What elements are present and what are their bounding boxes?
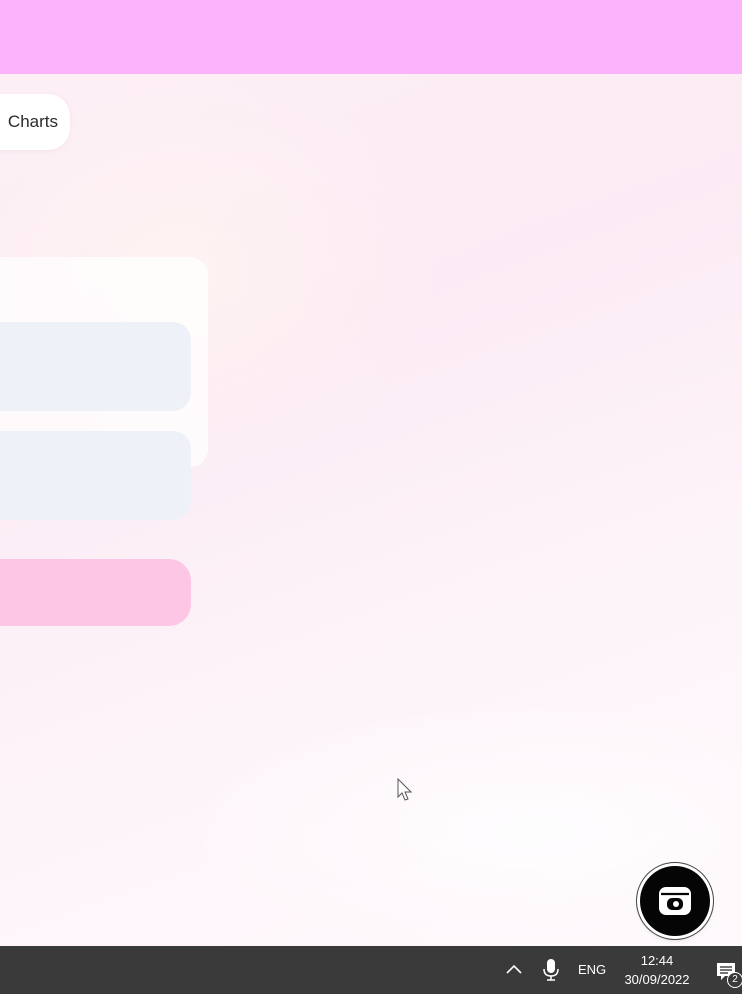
system-clock[interactable]: 12:44 30/09/2022 (618, 951, 696, 989)
notifications-count-badge: 2 (727, 972, 742, 988)
form-input-field[interactable] (0, 322, 191, 411)
form-input-field[interactable] (0, 431, 191, 520)
windows-taskbar: ENG 12:44 30/09/2022 2 (0, 946, 742, 994)
clock-date: 30/09/2022 (624, 972, 690, 987)
nav-charts-chip[interactable]: Charts (0, 94, 70, 150)
screen-capture-button[interactable] (640, 866, 710, 936)
nav-charts-label: Charts (7, 112, 58, 131)
app-window: Charts ENG 12:44 30/09/2022 2 (0, 0, 742, 994)
chevron-up-icon[interactable] (504, 960, 524, 980)
microphone-icon[interactable] (542, 958, 560, 982)
clock-time: 12:44 (640, 953, 674, 968)
submit-button[interactable] (0, 559, 191, 626)
language-indicator[interactable]: ENG (578, 962, 606, 977)
app-header-bar (0, 0, 742, 74)
screen-capture-icon (659, 887, 691, 915)
mouse-cursor-icon (397, 778, 413, 801)
